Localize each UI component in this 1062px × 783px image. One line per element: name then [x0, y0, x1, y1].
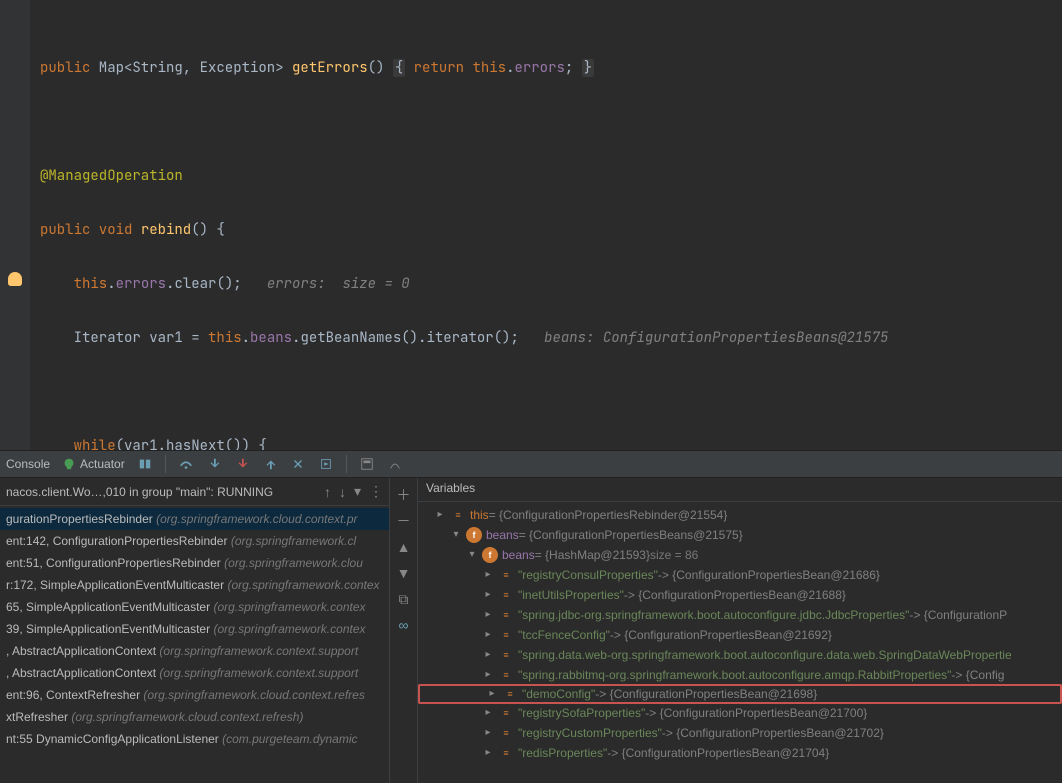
entry-icon: ≡	[498, 725, 514, 741]
map-entry[interactable]: ▸≡"registryConsulProperties" -> {Configu…	[418, 565, 1062, 585]
chevron-right-icon[interactable]: ▸	[486, 684, 498, 704]
field-icon: f	[482, 547, 498, 563]
entry-icon: ≡	[498, 607, 514, 623]
up-icon[interactable]: ▲	[395, 538, 413, 556]
chevron-right-icon[interactable]: ▸	[482, 743, 494, 763]
drop-frame-icon[interactable]	[290, 456, 306, 472]
frame-row[interactable]: ent:142, ConfigurationPropertiesRebinder…	[0, 530, 389, 552]
frame-row[interactable]: 65, SimpleApplicationEventMulticaster (o…	[0, 596, 389, 618]
tab-console[interactable]: Console	[6, 457, 50, 471]
chevron-right-icon[interactable]: ▸	[482, 703, 494, 723]
field-icon: f	[466, 527, 482, 543]
code-area[interactable]: public Map<String, Exception> getErrors(…	[0, 0, 1062, 450]
entry-icon: ≡	[498, 627, 514, 643]
trace-icon[interactable]	[387, 456, 403, 472]
entry-icon: ≡	[502, 686, 518, 702]
frame-row[interactable]: , AbstractApplicationContext (org.spring…	[0, 640, 389, 662]
map-entry[interactable]: ▸≡"demoConfig" -> {ConfigurationProperti…	[418, 684, 1062, 704]
step-out-icon[interactable]	[262, 456, 278, 472]
map-entry[interactable]: ▸≡"inetUtilsProperties" -> {Configuratio…	[418, 585, 1062, 605]
variables-tree[interactable]: ▸ ≡ this = {ConfigurationPropertiesRebin…	[418, 502, 1062, 766]
map-entry[interactable]: ▸≡"spring.data.web-org.springframework.b…	[418, 645, 1062, 665]
chevron-right-icon[interactable]: ▸	[482, 565, 494, 585]
map-entry[interactable]: ▸≡"registrySofaProperties" -> {Configura…	[418, 703, 1062, 723]
tab-actuator[interactable]: Actuator	[62, 457, 125, 471]
actuator-icon	[62, 457, 76, 471]
map-entry[interactable]: ▸≡"spring.rabbitmq-org.springframework.b…	[418, 665, 1062, 685]
frames-panel[interactable]: nacos.client.Wo…,010 in group "main": RU…	[0, 478, 390, 783]
chevron-right-icon[interactable]: ▸	[482, 605, 494, 625]
debug-panel: nacos.client.Wo…,010 in group "main": RU…	[0, 478, 1062, 783]
remove-watch-icon[interactable]: －	[395, 512, 413, 530]
thread-label[interactable]: nacos.client.Wo…,010 in group "main": RU…	[6, 485, 316, 499]
var-beans-outer[interactable]: ▾ f beans = {ConfigurationPropertiesBean…	[418, 525, 1062, 545]
frame-row[interactable]: r:172, SimpleApplicationEventMulticaster…	[0, 574, 389, 596]
force-step-into-icon[interactable]	[234, 456, 250, 472]
add-watch-icon[interactable]: ＋	[395, 486, 413, 504]
variables-panel[interactable]: Variables ▸ ≡ this = {ConfigurationPrope…	[418, 478, 1062, 783]
frame-row[interactable]: , AbstractApplicationContext (org.spring…	[0, 662, 389, 684]
step-into-icon[interactable]	[206, 456, 222, 472]
editor-gutter	[0, 0, 30, 450]
frames-header: nacos.client.Wo…,010 in group "main": RU…	[0, 478, 389, 506]
intention-bulb-icon[interactable]	[8, 272, 22, 286]
map-entry[interactable]: ▸≡"spring.jdbc-org.springframework.boot.…	[418, 605, 1062, 625]
separator	[346, 455, 347, 473]
var-this[interactable]: ▸ ≡ this = {ConfigurationPropertiesRebin…	[418, 505, 1062, 525]
frame-row[interactable]: nt:55 DynamicConfigApplicationListener (…	[0, 728, 389, 750]
map-entry[interactable]: ▸≡"tccFenceConfig" -> {ConfigurationProp…	[418, 625, 1062, 645]
chevron-down-icon[interactable]: ▾	[466, 545, 478, 565]
chevron-right-icon[interactable]: ▸	[434, 505, 446, 525]
frames-list[interactable]: gurationPropertiesRebinder (org.springfr…	[0, 506, 389, 752]
entry-icon: ≡	[498, 567, 514, 583]
variables-title: Variables	[418, 478, 1062, 502]
code-editor[interactable]: public Map<String, Exception> getErrors(…	[0, 0, 1062, 450]
more-icon[interactable]: ⋮	[369, 483, 383, 500]
down-icon[interactable]: ▼	[395, 564, 413, 582]
chevron-right-icon[interactable]: ▸	[482, 645, 494, 665]
prev-frame-icon[interactable]: ↑	[324, 484, 331, 500]
entry-icon: ≡	[498, 587, 514, 603]
layout-icon[interactable]	[137, 456, 153, 472]
glasses-icon[interactable]: ∞	[395, 616, 413, 634]
frame-row[interactable]: xtRefresher (org.springframework.cloud.c…	[0, 706, 389, 728]
frame-row[interactable]: 39, SimpleApplicationEventMulticaster (o…	[0, 618, 389, 640]
copy-icon[interactable]: ⧉	[395, 590, 413, 608]
step-over-icon[interactable]	[178, 456, 194, 472]
side-actions: ＋ － ▲ ▼ ⧉ ∞	[390, 478, 418, 783]
evaluate-icon[interactable]	[359, 456, 375, 472]
map-entry[interactable]: ▸≡"registryCustomProperties" -> {Configu…	[418, 723, 1062, 743]
filter-icon[interactable]: ▾	[354, 483, 361, 500]
debug-toolbar: Console Actuator	[0, 450, 1062, 478]
chevron-right-icon[interactable]: ▸	[482, 585, 494, 605]
entry-icon: ≡	[498, 705, 514, 721]
entry-icon: ≡	[498, 647, 514, 663]
entry-icon: ≡	[498, 745, 514, 761]
var-beans-inner[interactable]: ▾ f beans = {HashMap@21593} size = 86	[418, 545, 1062, 565]
chevron-right-icon[interactable]: ▸	[482, 625, 494, 645]
next-frame-icon[interactable]: ↓	[339, 484, 346, 500]
chevron-right-icon[interactable]: ▸	[482, 665, 494, 685]
frame-row[interactable]: gurationPropertiesRebinder (org.springfr…	[0, 508, 389, 530]
frame-row[interactable]: ent:51, ConfigurationPropertiesRebinder …	[0, 552, 389, 574]
frame-row[interactable]: ent:96, ContextRefresher (org.springfram…	[0, 684, 389, 706]
chevron-right-icon[interactable]: ▸	[482, 723, 494, 743]
variable-group-icon: ≡	[450, 507, 466, 523]
run-to-cursor-icon[interactable]	[318, 456, 334, 472]
entry-icon: ≡	[498, 667, 514, 683]
chevron-down-icon[interactable]: ▾	[450, 525, 462, 545]
map-entry[interactable]: ▸≡"redisProperties" -> {ConfigurationPro…	[418, 743, 1062, 763]
separator	[165, 455, 166, 473]
